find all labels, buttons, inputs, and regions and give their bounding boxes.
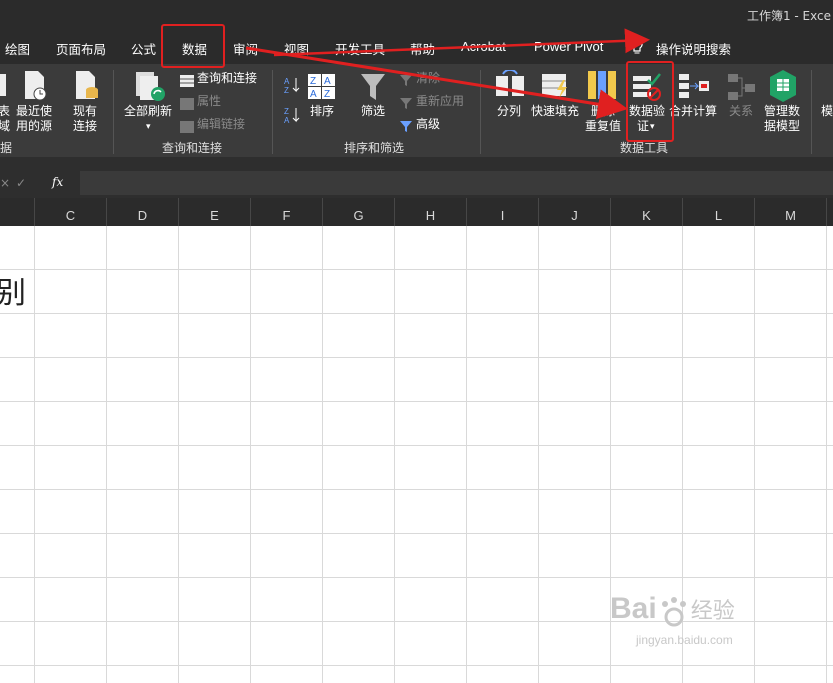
watermark-text: Bai: [610, 592, 657, 625]
arrow-to-validation-2: [273, 28, 650, 57]
watermark-url: jingyan.baidu.com: [636, 632, 733, 647]
arrow-to-validation: [245, 46, 628, 120]
annotation-arrows: [245, 28, 650, 120]
paw-logo-icon: [657, 595, 691, 629]
baidu-watermark: Bai 经验 jingyan.baidu.com: [610, 592, 735, 647]
watermark-text-2: 经验: [690, 599, 735, 624]
